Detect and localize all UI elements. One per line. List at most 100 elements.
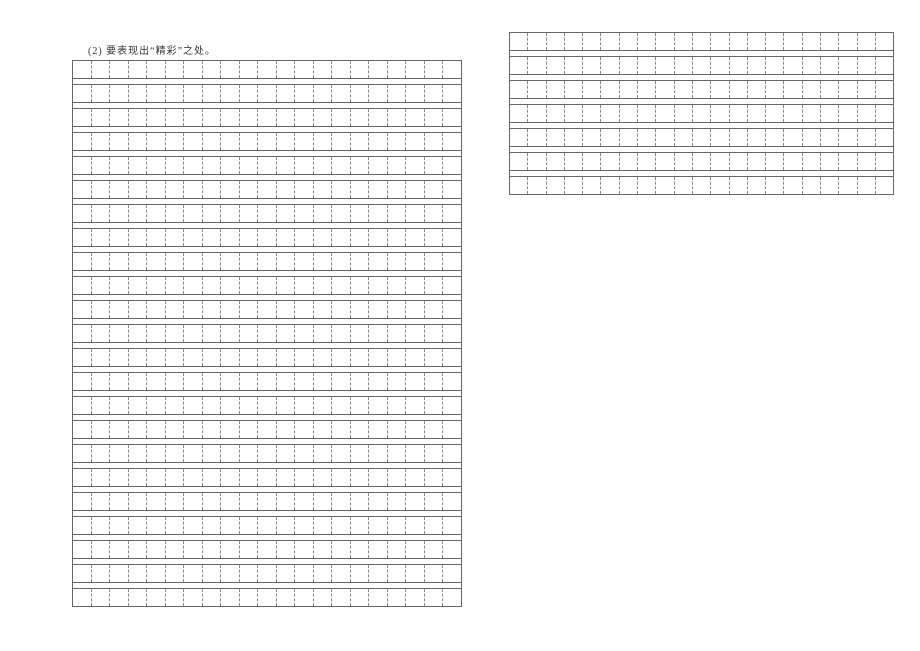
grid-cell xyxy=(184,157,203,175)
grid-cell xyxy=(91,349,110,367)
grid-cell xyxy=(424,229,443,247)
grid-row xyxy=(510,129,894,147)
grid-cell xyxy=(387,397,406,415)
grid-cell xyxy=(258,469,277,487)
grid-cell xyxy=(110,349,129,367)
grid-cell xyxy=(239,373,258,391)
grid-cell xyxy=(350,445,369,463)
grid-cell xyxy=(239,157,258,175)
grid-cell xyxy=(424,325,443,343)
grid-cell xyxy=(91,421,110,439)
grid-cell xyxy=(276,301,295,319)
grid-cell xyxy=(165,133,184,151)
grid-cell xyxy=(147,61,166,79)
grid-cell xyxy=(110,61,129,79)
grid-cell xyxy=(711,105,729,123)
grid-cell xyxy=(601,177,619,195)
grid-cell xyxy=(221,397,240,415)
grid-cell xyxy=(510,105,528,123)
grid-cell xyxy=(443,301,462,319)
grid-cell xyxy=(202,589,221,607)
grid-cell xyxy=(332,349,351,367)
grid-cell xyxy=(839,177,857,195)
grid-cell xyxy=(857,105,875,123)
grid-cell xyxy=(387,325,406,343)
grid-cell xyxy=(110,469,129,487)
grid-cell xyxy=(601,81,619,99)
grid-cell xyxy=(839,81,857,99)
grid-cell xyxy=(443,181,462,199)
grid-cell xyxy=(128,61,147,79)
grid-cell xyxy=(165,541,184,559)
grid-cell xyxy=(729,57,747,75)
grid-cell xyxy=(184,85,203,103)
grid-row xyxy=(73,85,462,103)
grid-cell xyxy=(184,517,203,535)
grid-cell xyxy=(147,157,166,175)
grid-cell xyxy=(128,253,147,271)
grid-cell xyxy=(528,57,546,75)
grid-cell xyxy=(73,469,92,487)
grid-cell xyxy=(656,57,674,75)
grid-row xyxy=(73,541,462,559)
grid-cell xyxy=(510,57,528,75)
grid-cell xyxy=(729,153,747,171)
grid-cell xyxy=(73,157,92,175)
grid-cell xyxy=(369,397,388,415)
grid-cell xyxy=(564,81,582,99)
grid-cell xyxy=(332,277,351,295)
grid-cell xyxy=(276,445,295,463)
grid-cell xyxy=(91,397,110,415)
grid-cell xyxy=(91,133,110,151)
grid-cell xyxy=(821,177,839,195)
grid-cell xyxy=(406,205,425,223)
grid-cell xyxy=(239,253,258,271)
grid-cell xyxy=(747,153,765,171)
grid-cell xyxy=(313,589,332,607)
grid-cell xyxy=(313,469,332,487)
grid-cell xyxy=(656,153,674,171)
grid-cell xyxy=(295,589,314,607)
grid-cell xyxy=(350,397,369,415)
grid-cell xyxy=(564,57,582,75)
grid-cell xyxy=(387,133,406,151)
grid-cell xyxy=(875,105,893,123)
grid-cell xyxy=(406,349,425,367)
grid-cell xyxy=(239,397,258,415)
grid-cell xyxy=(332,229,351,247)
grid-cell xyxy=(875,153,893,171)
grid-cell xyxy=(165,109,184,127)
grid-cell xyxy=(313,133,332,151)
grid-cell xyxy=(619,129,637,147)
grid-cell xyxy=(313,541,332,559)
grid-cell xyxy=(350,589,369,607)
grid-cell xyxy=(564,105,582,123)
grid-cell xyxy=(73,373,92,391)
grid-cell xyxy=(638,33,656,51)
grid-cell xyxy=(424,421,443,439)
grid-cell xyxy=(147,421,166,439)
grid-cell xyxy=(387,301,406,319)
grid-cell xyxy=(350,229,369,247)
grid-cell xyxy=(128,565,147,583)
grid-cell xyxy=(258,349,277,367)
grid-cell xyxy=(202,205,221,223)
grid-cell xyxy=(128,589,147,607)
grid-cell xyxy=(110,541,129,559)
grid-cell xyxy=(332,181,351,199)
grid-cell xyxy=(747,129,765,147)
grid-cell xyxy=(73,301,92,319)
writing-grid-right xyxy=(509,32,894,195)
grid-cell xyxy=(369,85,388,103)
grid-cell xyxy=(295,109,314,127)
grid-cell xyxy=(276,421,295,439)
grid-cell xyxy=(73,85,92,103)
grid-cell xyxy=(276,517,295,535)
grid-cell xyxy=(443,349,462,367)
grid-cell xyxy=(202,493,221,511)
grid-cell xyxy=(165,349,184,367)
grid-cell xyxy=(165,85,184,103)
grid-cell xyxy=(729,105,747,123)
grid-cell xyxy=(184,349,203,367)
grid-cell xyxy=(692,177,710,195)
